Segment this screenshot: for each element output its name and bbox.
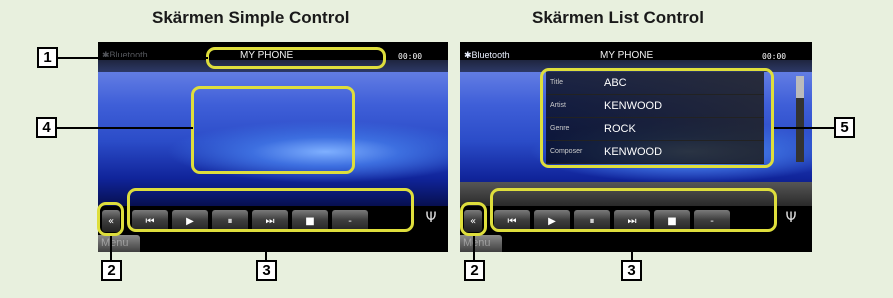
bluetooth-icon: ✱ xyxy=(464,50,472,60)
callout-1: 1 xyxy=(37,47,58,68)
antenna-icon: Ψ xyxy=(785,210,797,226)
scroll-thumb[interactable] xyxy=(796,76,804,98)
clock: 00:00 xyxy=(398,52,423,61)
callout-2-left: 2 xyxy=(101,260,122,281)
list-scrollbar[interactable] xyxy=(796,76,804,162)
callout-4: 4 xyxy=(36,117,57,138)
highlight-controls-right xyxy=(490,188,777,232)
callout-3-left: 3 xyxy=(256,260,277,281)
antenna-icon: Ψ xyxy=(425,210,437,226)
leader-line-4 xyxy=(56,127,193,129)
heading-list-control: Skärmen List Control xyxy=(532,8,704,27)
phone-name: MY PHONE xyxy=(600,50,654,61)
leader-line-1 xyxy=(58,57,208,59)
leader-line-3-right xyxy=(631,232,633,260)
menu-button[interactable]: Menu xyxy=(98,235,140,252)
heading-simple-control: Skärmen Simple Control xyxy=(152,8,350,27)
leader-line-3-left xyxy=(265,232,267,260)
leader-line-2-left xyxy=(110,236,112,260)
menu-button[interactable]: Menu xyxy=(460,235,502,252)
leader-line-2-right xyxy=(473,236,475,260)
callout-5: 5 xyxy=(834,117,855,138)
callout-3-right: 3 xyxy=(621,260,642,281)
leader-line-5 xyxy=(774,127,834,129)
highlight-back-left xyxy=(97,202,124,236)
source-label: ✱Bluetooth xyxy=(464,50,510,60)
highlight-track-list xyxy=(540,68,774,168)
source-label: ✱Bluetooth xyxy=(102,50,148,60)
callout-2-right: 2 xyxy=(464,260,485,281)
highlight-phone-name xyxy=(206,47,386,69)
highlight-artwork xyxy=(191,86,355,174)
highlight-back-right xyxy=(460,202,487,236)
clock: 00:00 xyxy=(762,52,787,61)
highlight-controls-left xyxy=(127,188,414,232)
